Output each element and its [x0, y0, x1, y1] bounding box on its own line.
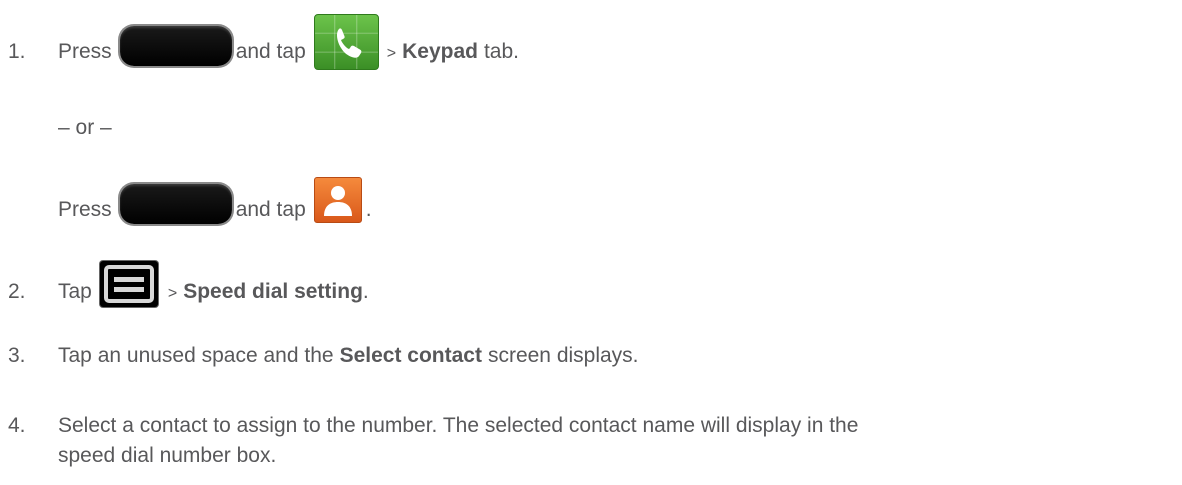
speed-dial-setting-label: Speed dial setting — [183, 280, 363, 303]
step-text: Tap an unused space and the — [58, 344, 334, 367]
step-text: and tap — [235, 40, 306, 63]
select-contact-label: Select contact — [339, 344, 482, 367]
phone-app-icon — [313, 14, 379, 70]
step-number: 3. — [8, 344, 26, 367]
step-text: Tap — [58, 280, 92, 303]
step-text: and tap — [235, 198, 306, 221]
step-text: speed dial number box. — [58, 444, 277, 467]
step-text: . — [365, 198, 372, 221]
separator-arrow: > — [167, 285, 178, 302]
step-text: Press — [58, 40, 112, 63]
home-key-icon — [119, 26, 232, 66]
contacts-app-icon — [313, 177, 362, 223]
step-text: Select a contact to assign to the number… — [58, 414, 859, 437]
keypad-label: Keypad — [402, 40, 478, 63]
separator-arrow: > — [386, 45, 397, 62]
step-text: Press — [58, 198, 112, 221]
step-text: screen displays. — [487, 344, 639, 367]
step-number: 2. — [8, 280, 26, 303]
step-number: 4. — [8, 414, 26, 437]
step-text: tab. — [483, 40, 519, 63]
menu-key-icon — [99, 261, 158, 307]
step-number: 1. — [8, 40, 26, 63]
home-key-icon — [119, 184, 232, 224]
step-text: . — [362, 280, 369, 303]
